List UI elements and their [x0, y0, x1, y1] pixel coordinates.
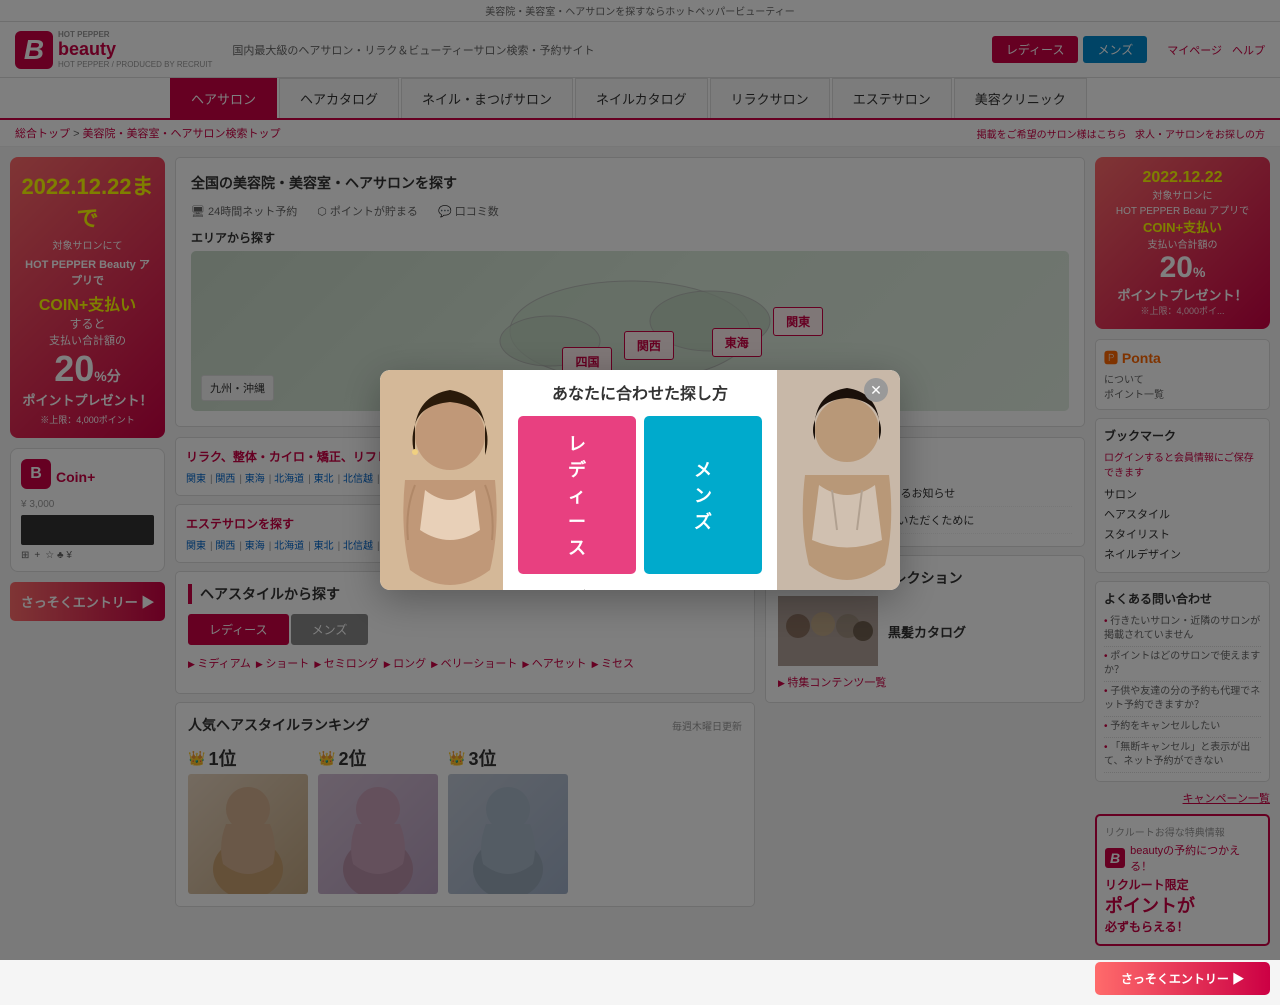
modal-images-row: あなたに合わせた探し方 レディース メンズ ＼ 選択するとどうなるの？ ／ ・特… [380, 370, 900, 590]
modal-close-button[interactable]: ✕ [864, 378, 888, 402]
modal-person-left [380, 370, 503, 590]
modal-right-svg [777, 370, 900, 590]
modal-ladies-button[interactable]: レディース [518, 416, 636, 574]
modal-overlay[interactable]: ✕ [0, 0, 1280, 960]
modal-buttons: レディース メンズ [518, 416, 762, 574]
modal-explain-title: ＼ 選択するとどうなるの？ ／ [518, 586, 762, 590]
modal-title: あなたに合わせた探し方 [518, 380, 762, 404]
modal-mens-button[interactable]: メンズ [644, 416, 762, 574]
modal-left-svg [380, 370, 503, 590]
modal: ✕ [380, 370, 900, 590]
modal-person-right [777, 370, 900, 590]
modal-center: あなたに合わせた探し方 レディース メンズ ＼ 選択するとどうなるの？ ／ ・特… [503, 370, 777, 590]
entry-button-right[interactable]: さっそくエントリー ▶ [1095, 962, 1270, 995]
